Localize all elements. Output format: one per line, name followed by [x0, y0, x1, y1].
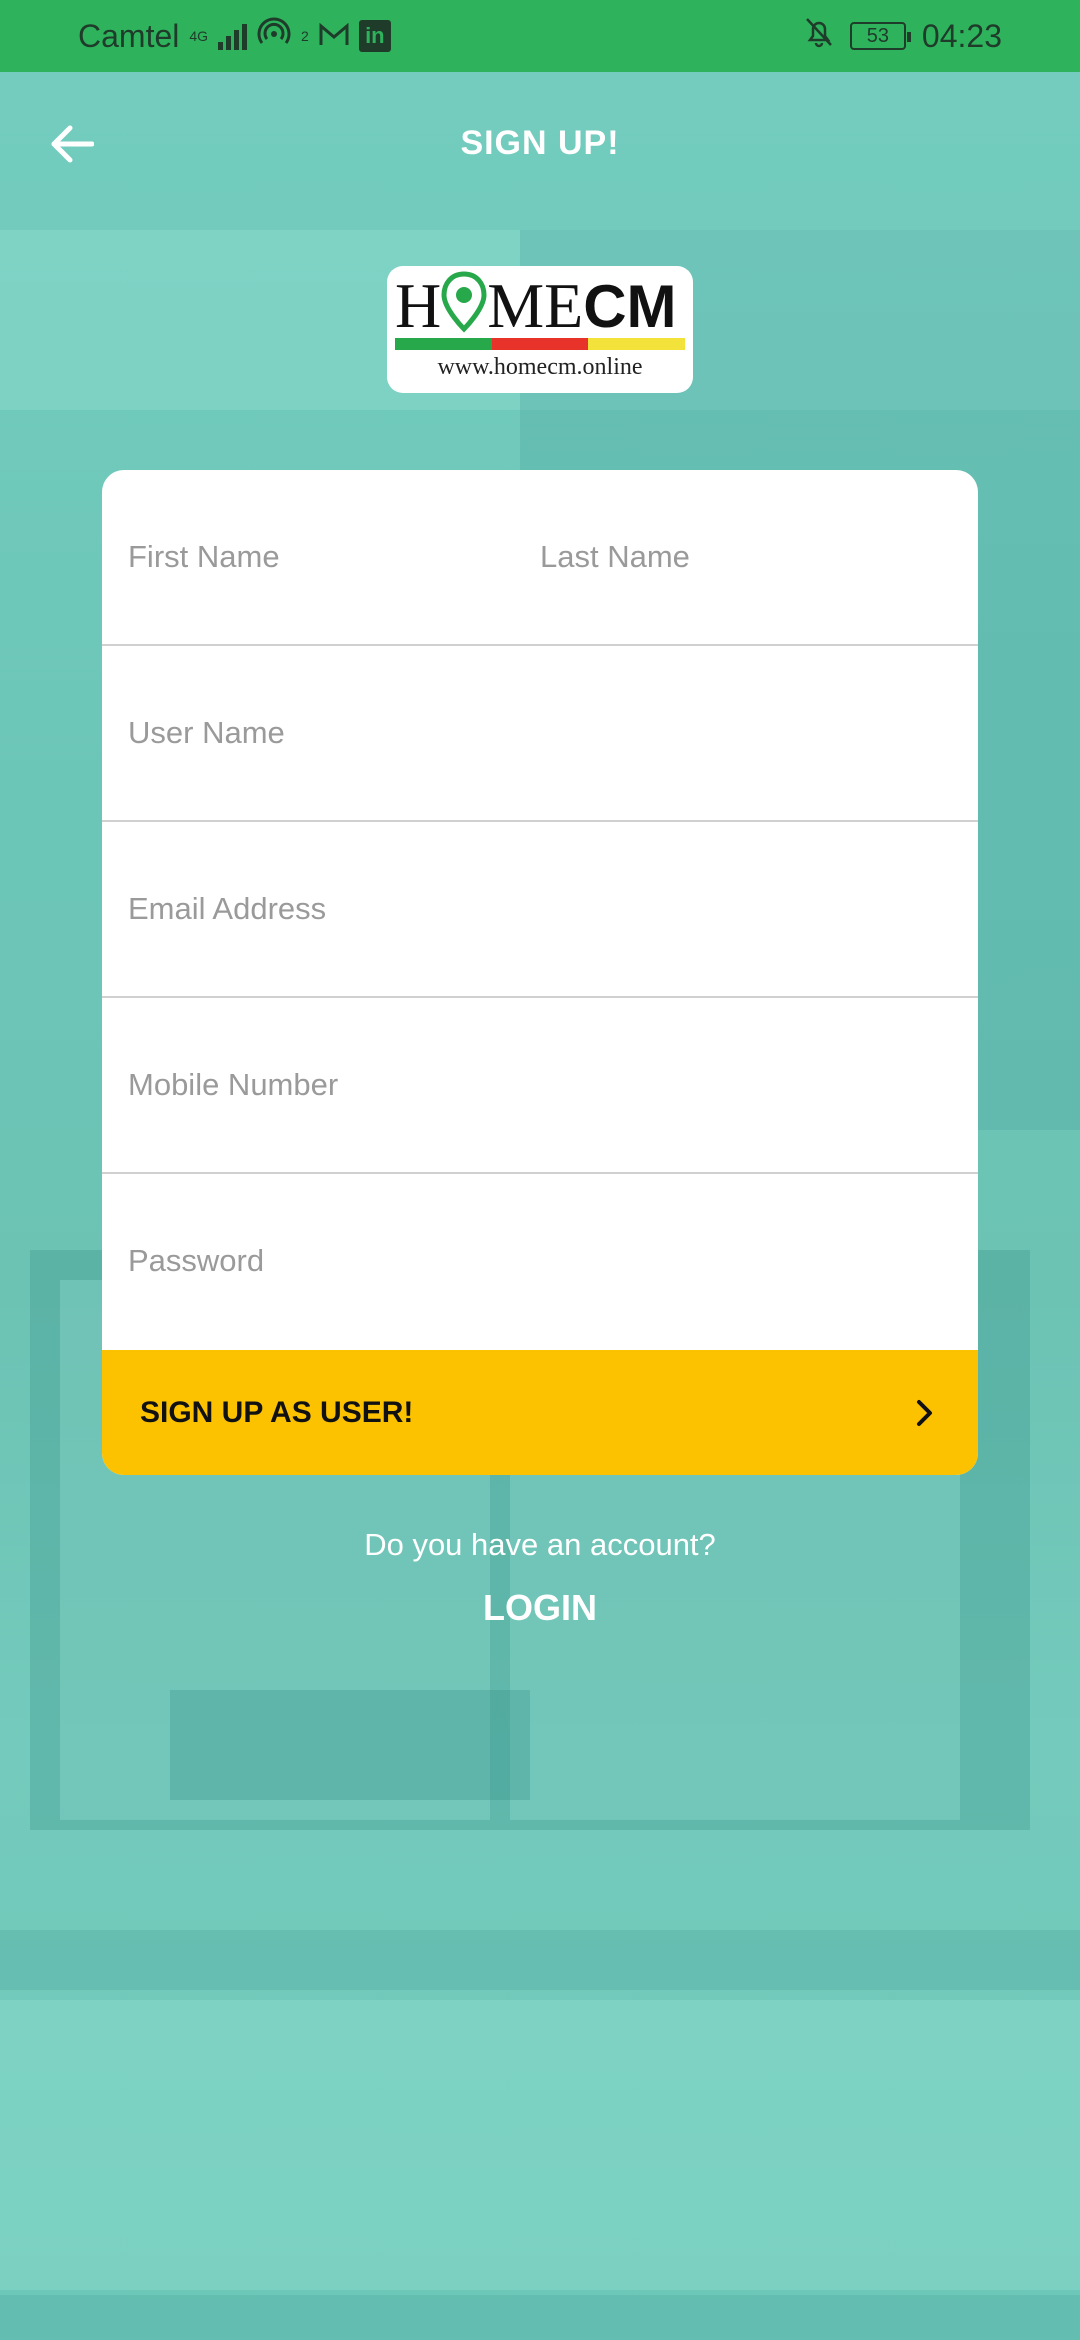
password-row: Password — [102, 1174, 978, 1350]
linkedin-icon: in — [358, 20, 391, 52]
carrier-name: Camtel — [78, 17, 180, 54]
logo-wordmark: H MECM — [395, 268, 677, 345]
logo-letters-me: ME — [487, 270, 584, 341]
network-type: 4G — [189, 28, 209, 44]
logo-flag-stripe — [395, 338, 686, 350]
page-title: SIGN UP! — [460, 124, 620, 162]
password-field[interactable]: Password — [102, 1174, 978, 1348]
chevron-right-icon — [910, 1398, 940, 1428]
name-row: First Name Last Name — [102, 470, 978, 646]
username-field[interactable]: User Name — [102, 646, 978, 820]
bg-floor-edge — [0, 1930, 1080, 1990]
notifications-off-icon — [804, 16, 834, 56]
username-row: User Name — [102, 646, 978, 822]
signup-form: First Name Last Name User Name Email Add… — [102, 470, 978, 1475]
bottom-edge — [0, 2295, 1080, 2340]
signup-button-label: SIGN UP AS USER! — [140, 1395, 414, 1429]
hotspot-count: 2 — [301, 28, 309, 44]
account-question: Do you have an account? — [364, 1527, 716, 1562]
signup-as-user-button[interactable]: SIGN UP AS USER! — [102, 1350, 978, 1475]
first-name-field[interactable]: First Name — [102, 470, 514, 644]
clock: 04:23 — [921, 17, 1002, 54]
login-link[interactable]: LOGIN — [0, 1587, 1080, 1629]
logo-url: www.homecm.online — [437, 354, 643, 380]
email-field[interactable]: Email Address — [102, 822, 978, 996]
bg-pool — [0, 2000, 1080, 2290]
status-bar: Camtel 4G 2 in 53 04:23 — [0, 0, 1080, 72]
app-header: SIGN UP! — [0, 72, 1080, 217]
last-name-field[interactable]: Last Name — [514, 470, 978, 644]
gmail-icon — [319, 18, 349, 55]
signal-icon — [218, 22, 248, 50]
battery-icon: 53 — [849, 22, 911, 50]
logo-letters-cm: CM — [583, 273, 677, 340]
logo-letter-h: H — [395, 270, 442, 341]
location-pin-icon — [441, 271, 487, 333]
bg-sofa — [170, 1690, 530, 1800]
email-row: Email Address — [102, 822, 978, 998]
mobile-row: Mobile Number — [102, 998, 978, 1174]
hotspot-icon — [257, 17, 291, 55]
mobile-number-field[interactable]: Mobile Number — [102, 998, 978, 1172]
homecm-logo: H MECM www.homecm.online — [387, 266, 693, 393]
battery-level: 53 — [866, 24, 890, 47]
